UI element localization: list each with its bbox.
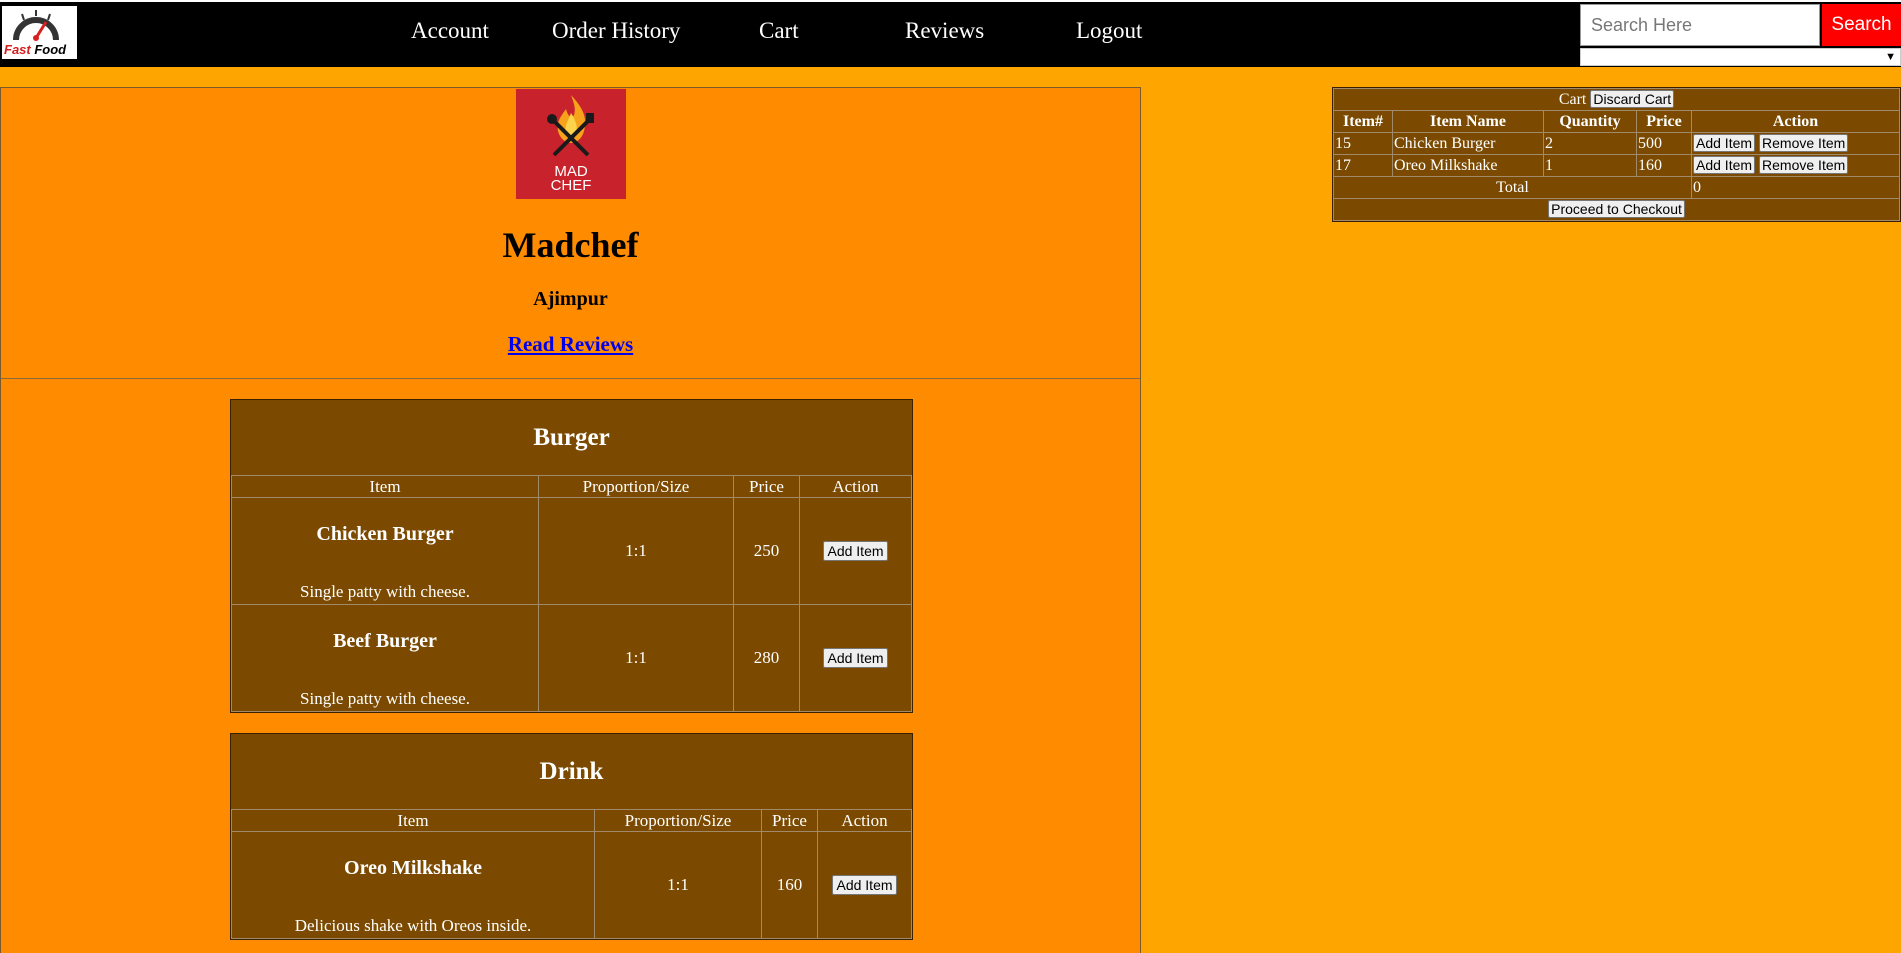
cart-item-qty: 1 — [1543, 154, 1637, 177]
cart-title: Cart — [1558, 91, 1587, 108]
restaurant-logo: MAD CHEF — [516, 89, 626, 199]
logo-text-chef: CHEF — [550, 177, 592, 194]
cart-total-label: Total — [1333, 176, 1692, 199]
speedometer-icon — [13, 10, 59, 41]
table-row: Chicken Burger Single patty with cheese. … — [231, 497, 912, 605]
logo-word-food: Food — [34, 42, 67, 57]
column-header: Proportion/Size — [538, 475, 734, 498]
menu-drink: Drink Item Proportion/Size Price Action … — [230, 733, 913, 940]
logo-word-fast: Fast — [4, 42, 31, 57]
proceed-to-checkout-button[interactable]: Proceed to Checkout — [1548, 200, 1685, 218]
add-item-button[interactable]: Add Item — [1693, 156, 1756, 174]
cart-item-name: Chicken Burger — [1392, 132, 1544, 155]
item-price: 250 — [733, 497, 800, 605]
table-row: Oreo Milkshake Delicious shake with Oreos… — [231, 831, 912, 939]
item-size: 1:1 — [594, 831, 762, 939]
column-header: Item# — [1333, 110, 1393, 133]
restaurant-header: MAD CHEF Madchef Ajimpur Read Reviews — [1, 88, 1140, 379]
column-header: Proportion/Size — [594, 809, 762, 832]
item-name: Oreo Milkshake — [344, 857, 482, 879]
cart-title-row: Cart Discard Cart — [1333, 88, 1900, 111]
cart-item-id: 17 — [1333, 154, 1393, 177]
column-header: Quantity — [1543, 110, 1637, 133]
table-row: 15 Chicken Burger 2 500 Add Item Remove … — [1333, 132, 1900, 155]
read-reviews-link[interactable]: Read Reviews — [508, 332, 633, 356]
top-navbar: Fast Food Account Order History Cart Rev… — [0, 0, 1901, 67]
menu-category-title: Burger — [533, 423, 610, 451]
item-price: 280 — [733, 604, 800, 712]
restaurant-area: Ajimpur — [533, 288, 608, 310]
column-header: Item Name — [1392, 110, 1544, 133]
restaurant-panel: MAD CHEF Madchef Ajimpur Read Reviews Bu… — [0, 87, 1141, 953]
logo-wordmark: Fast Food — [4, 42, 66, 57]
restaurant-name: Madchef — [502, 225, 639, 265]
search-button[interactable]: Search — [1822, 4, 1901, 46]
item-description: Delicious shake with Oreos inside. — [294, 916, 532, 935]
cart-item-qty: 2 — [1543, 132, 1637, 155]
nav-reviews[interactable]: Reviews — [905, 18, 984, 44]
nav-account[interactable]: Account — [411, 18, 489, 44]
column-header: Price — [733, 475, 800, 498]
column-header: Action — [799, 475, 912, 498]
nav-logout[interactable]: Logout — [1076, 18, 1142, 44]
menu-category-title: Drink — [539, 757, 604, 785]
column-header: Item — [231, 809, 595, 832]
table-row: 17 Oreo Milkshake 1 160 Add Item Remove … — [1333, 154, 1900, 177]
column-header: Price — [1636, 110, 1692, 133]
nav-order-history[interactable]: Order History — [552, 18, 680, 44]
remove-item-button[interactable]: Remove Item — [1759, 156, 1849, 174]
item-size: 1:1 — [538, 604, 734, 712]
item-description: Single patty with cheese. — [300, 689, 470, 708]
search-input[interactable] — [1580, 4, 1820, 46]
column-header: Action — [1691, 110, 1900, 133]
add-item-button[interactable]: Add Item — [1693, 134, 1756, 152]
cart-panel: Cart Discard Cart Item# Item Name Quanti… — [1332, 87, 1901, 222]
cart-item-name: Oreo Milkshake — [1392, 154, 1544, 177]
cart-item-price: 500 — [1636, 132, 1692, 155]
add-item-button[interactable]: Add Item — [823, 648, 888, 668]
column-header: Price — [761, 809, 818, 832]
menu-burger: Burger Item Proportion/Size Price Action… — [230, 399, 913, 713]
nav-cart[interactable]: Cart — [759, 18, 799, 44]
cart-item-id: 15 — [1333, 132, 1393, 155]
chevron-down-icon: ▼ — [1885, 51, 1896, 63]
search-filter-select[interactable]: ▼ — [1580, 48, 1901, 66]
fast-food-logo[interactable]: Fast Food — [2, 6, 77, 59]
item-name: Chicken Burger — [316, 523, 454, 545]
add-item-button[interactable]: Add Item — [832, 875, 897, 895]
item-description: Single patty with cheese. — [300, 582, 470, 601]
column-header: Action — [817, 809, 912, 832]
remove-item-button[interactable]: Remove Item — [1759, 134, 1849, 152]
column-header: Item — [231, 475, 539, 498]
flame-utensils-icon — [547, 95, 594, 157]
item-size: 1:1 — [538, 497, 734, 605]
table-row: Beef Burger Single patty with cheese. 1:1… — [231, 604, 912, 712]
discard-cart-button[interactable]: Discard Cart — [1590, 90, 1675, 108]
item-price: 160 — [761, 831, 818, 939]
add-item-button[interactable]: Add Item — [823, 541, 888, 561]
cart-item-price: 160 — [1636, 154, 1692, 177]
cart-total-value: 0 — [1691, 176, 1900, 199]
item-name: Beef Burger — [333, 630, 437, 652]
